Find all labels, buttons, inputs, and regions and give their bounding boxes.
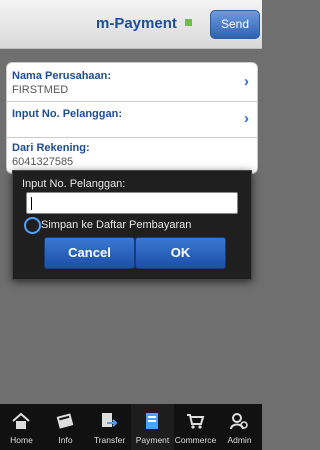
admin-icon xyxy=(230,413,248,430)
source-account-value: 6041327585 xyxy=(12,156,74,168)
tab-home[interactable]: Home xyxy=(0,404,43,450)
tab-label: Transfer xyxy=(93,435,126,445)
customer-number-dialog: Input No. Pelanggan: Simpan ke Daftar Pe… xyxy=(12,170,252,280)
tab-label: Info xyxy=(58,435,73,445)
chevron-right-icon: › xyxy=(244,110,249,127)
payment-icon xyxy=(146,413,158,429)
tab-label: Admin xyxy=(227,435,252,445)
dialog-title: Input No. Pelanggan: xyxy=(22,178,126,190)
page-title: m-Payment xyxy=(96,15,177,32)
save-to-list-checkbox[interactable] xyxy=(24,217,41,234)
source-account-label: Dari Rekening: xyxy=(12,142,90,154)
ok-button[interactable]: OK xyxy=(135,237,226,269)
save-to-list-label: Simpan ke Daftar Pembayaran xyxy=(41,219,192,231)
tab-label: Home xyxy=(10,435,33,445)
company-label: Nama Perusahaan: xyxy=(12,70,112,82)
customer-number-row[interactable]: Input No. Pelanggan: › xyxy=(7,101,257,138)
tab-admin[interactable]: Admin xyxy=(218,404,261,450)
info-icon xyxy=(56,413,74,429)
commerce-icon xyxy=(187,414,205,429)
chevron-right-icon: › xyxy=(244,73,249,90)
tab-payment[interactable]: Payment xyxy=(131,404,174,450)
send-button[interactable]: Send xyxy=(210,10,260,39)
transfer-icon xyxy=(102,413,118,427)
company-value: FIRSTMED xyxy=(12,84,69,96)
tab-commerce[interactable]: Commerce xyxy=(174,404,217,450)
bottom-tab-bar: Home Info Transfer Payment Commerce Admi… xyxy=(0,404,262,450)
status-indicator xyxy=(185,19,192,26)
home-icon xyxy=(12,412,30,429)
tab-label: Payment xyxy=(135,435,170,445)
tab-info[interactable]: Info xyxy=(44,404,87,450)
customer-number-input[interactable] xyxy=(26,192,238,214)
text-cursor xyxy=(31,197,32,210)
tab-label: Commerce xyxy=(174,435,217,445)
payment-form: Nama Perusahaan: FIRSTMED › Input No. Pe… xyxy=(6,62,258,174)
company-row[interactable]: Nama Perusahaan: FIRSTMED › xyxy=(7,63,257,102)
tab-transfer[interactable]: Transfer xyxy=(88,404,131,450)
customer-number-label: Input No. Pelanggan: xyxy=(12,108,122,120)
cancel-button[interactable]: Cancel xyxy=(44,237,135,269)
source-account-row: Dari Rekening: 6041327585 xyxy=(7,137,257,173)
app-header: m-Payment Send xyxy=(0,0,262,49)
